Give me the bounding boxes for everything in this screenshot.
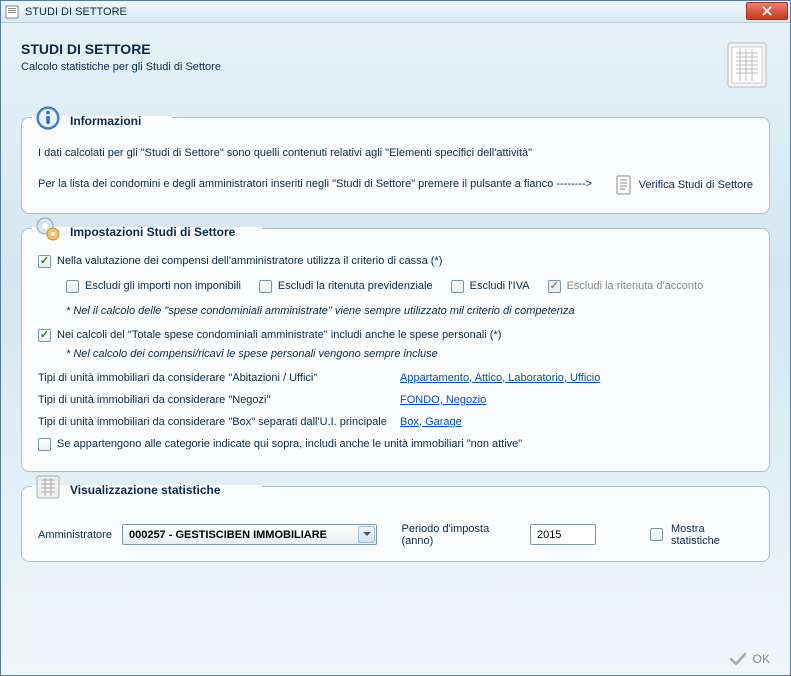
verify-button[interactable]: Verifica Studi di Settore xyxy=(615,175,753,195)
chevron-down-icon xyxy=(358,526,375,543)
page-title: STUDI DI SETTORE xyxy=(21,41,724,57)
page-subtitle: Calcolo statistiche per gli Studi di Set… xyxy=(21,61,724,73)
checkbox-show-stats-label: Mostra statistiche xyxy=(671,523,753,547)
checkbox-cassa[interactable] xyxy=(38,255,51,268)
checkbox-show-stats[interactable] xyxy=(650,528,663,541)
admin-dropdown-value: 000257 - GESTISCIBEN IMMOBILIARE xyxy=(129,529,327,541)
section-info-title: Informazioni xyxy=(70,114,141,128)
type-abitazioni-link[interactable]: Appartamento, Attico, Laboratorio, Uffic… xyxy=(400,372,600,384)
type-negozi-link[interactable]: FONDO, Negozio xyxy=(400,394,486,406)
stats-icon xyxy=(34,473,62,501)
checkbox-personali-label: Nei calcoli del "Totale spese condominia… xyxy=(57,329,501,341)
close-icon xyxy=(762,6,772,16)
header: STUDI DI SETTORE Calcolo statistiche per… xyxy=(21,35,770,89)
type-negozi-label: Tipi di unità immobiliari da considerare… xyxy=(38,394,400,406)
checkbox-escludi-iva[interactable] xyxy=(451,280,464,293)
document-icon xyxy=(615,175,633,195)
type-abitazioni-label: Tipi di unità immobiliari da considerare… xyxy=(38,372,400,384)
ok-label: OK xyxy=(753,652,770,666)
section-info: Informazioni I dati calcolati per gli "S… xyxy=(21,117,770,214)
checkbox-escludi-iva-label: Escludi l'IVA xyxy=(470,280,530,292)
checkbox-escludi-previdenziale-label: Escludi la ritenuta previdenziale xyxy=(278,280,433,292)
window: STUDI DI SETTORE STUDI DI SETTORE Calcol… xyxy=(0,0,791,676)
note-competenza: * Nel il calcolo delle "spese condominia… xyxy=(66,305,753,317)
info-text-1: I dati calcolati per gli "Studi di Setto… xyxy=(38,146,753,161)
checkbox-escludi-imponibili-label: Escludi gli importi non imponibili xyxy=(85,280,241,292)
type-box-label: Tipi di unità immobiliari da considerare… xyxy=(38,416,400,428)
period-label: Periodo d'imposta (anno) xyxy=(401,523,519,547)
footer: OK xyxy=(1,643,790,675)
checkbox-nonattive-label: Se appartengono alle categorie indicate … xyxy=(57,438,522,450)
admin-label: Amministratore xyxy=(38,529,112,541)
content: STUDI DI SETTORE Calcolo statistiche per… xyxy=(1,23,790,643)
period-year-input[interactable] xyxy=(530,524,596,545)
document-list-icon xyxy=(724,41,770,89)
verify-label: Verifica Studi di Settore xyxy=(639,179,753,191)
check-icon xyxy=(729,651,747,667)
window-title: STUDI DI SETTORE xyxy=(25,6,127,18)
type-box-link[interactable]: Box, Garage xyxy=(400,416,462,428)
gear-icon xyxy=(34,215,62,243)
checkbox-cassa-label: Nella valutazione dei compensi dell'ammi… xyxy=(57,255,442,267)
titlebar: STUDI DI SETTORE xyxy=(1,1,790,23)
checkbox-escludi-imponibili[interactable] xyxy=(66,280,79,293)
admin-dropdown[interactable]: 000257 - GESTISCIBEN IMMOBILIARE xyxy=(122,524,378,545)
section-stats: Visualizzazione statistiche Amministrato… xyxy=(21,486,770,562)
note-personali: * Nel calcolo dei compensi/ricavi le spe… xyxy=(66,348,753,360)
checkbox-personali[interactable] xyxy=(38,329,51,342)
close-button[interactable] xyxy=(746,2,788,20)
info-text-2: Per la lista dei condomini e degli ammin… xyxy=(38,177,605,192)
checkbox-escludi-acconto xyxy=(548,280,561,293)
app-icon xyxy=(5,5,19,19)
ok-button[interactable]: OK xyxy=(729,651,770,667)
checkbox-escludi-previdenziale[interactable] xyxy=(259,280,272,293)
section-settings: Impostazioni Studi di Settore Nella valu… xyxy=(21,228,770,472)
info-icon xyxy=(34,104,62,132)
section-settings-title: Impostazioni Studi di Settore xyxy=(70,225,235,239)
section-stats-title: Visualizzazione statistiche xyxy=(70,483,221,497)
checkbox-nonattive[interactable] xyxy=(38,438,51,451)
checkbox-escludi-acconto-label: Escludi la ritenuta d'acconto xyxy=(567,280,704,292)
